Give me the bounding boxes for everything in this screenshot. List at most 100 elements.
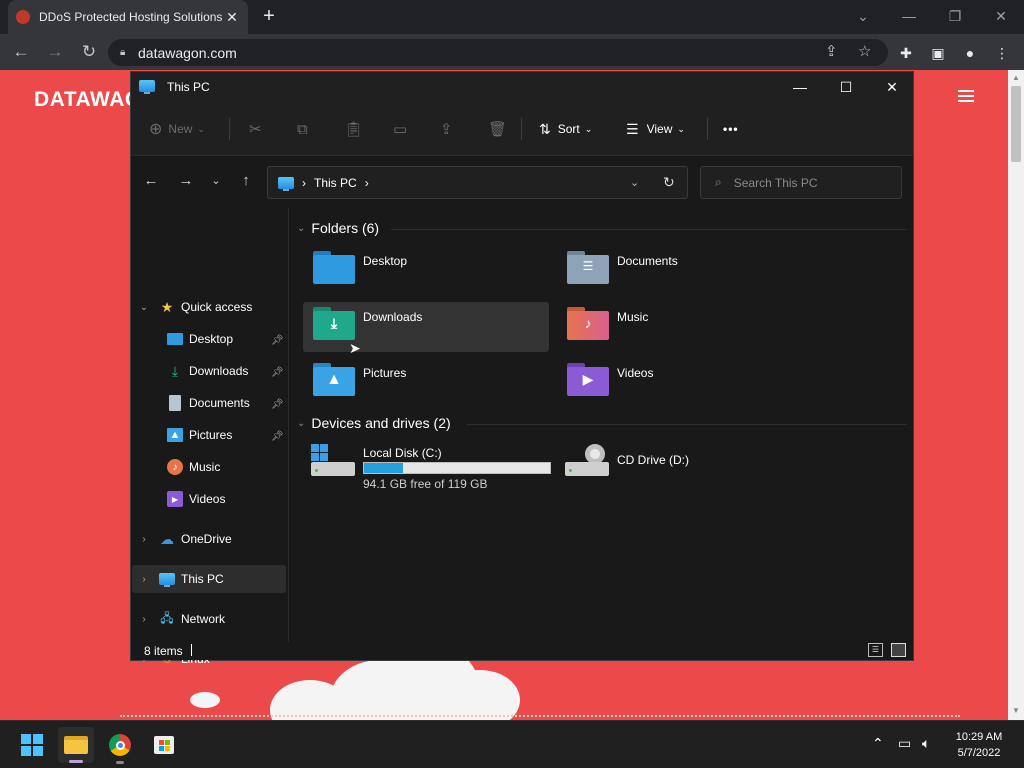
tab-close-icon[interactable]: ✕ <box>224 9 240 26</box>
pin-icon[interactable]: 📌︎ <box>271 399 284 410</box>
videos-folder-icon: ▶ <box>567 363 609 396</box>
folder-desktop[interactable]: Desktop <box>303 246 549 296</box>
forward-arrow-icon[interactable]: → <box>40 37 70 67</box>
folder-pictures[interactable]: ▲ Pictures <box>303 358 549 408</box>
store-taskbar-button[interactable] <box>146 727 182 763</box>
this-pc-icon <box>139 80 155 94</box>
see-more-button[interactable]: ••• <box>723 116 739 142</box>
details-view-icon[interactable]: ☰ <box>868 643 883 657</box>
tab-title: DDoS Protected Hosting Solutions <box>39 10 223 24</box>
nav-quick-access[interactable]: ⌄ ★ Quick access <box>137 293 253 321</box>
drive-d[interactable]: CD Drive (D:) <box>557 440 803 496</box>
drives-section-header[interactable]: ⌄ Devices and drives (2) <box>297 415 451 431</box>
large-icons-view-icon[interactable] <box>891 643 906 657</box>
hamburger-menu-icon[interactable] <box>958 90 974 102</box>
browser-close-button[interactable]: ✕ <box>991 6 1011 26</box>
music-note-icon: ♪ <box>167 459 183 475</box>
volume-icon[interactable]: 🔈︎ <box>922 735 930 752</box>
profile-avatar-icon[interactable]: ● <box>958 41 982 65</box>
sort-button[interactable]: ⇅ Sort ⌄ <box>539 116 592 142</box>
tab-search-chevron-icon[interactable]: ⌄ <box>853 6 873 26</box>
scroll-down-icon[interactable]: ▼ <box>1012 706 1020 715</box>
nav-item-music[interactable]: ♪ Music <box>167 453 220 481</box>
maximize-button[interactable]: ☐ <box>823 72 869 102</box>
expand-chevron-icon[interactable]: › <box>137 574 151 585</box>
minimize-button[interactable]: — <box>777 72 823 102</box>
side-panel-icon[interactable]: ▣ <box>926 41 950 65</box>
folder-name: Videos <box>617 366 654 380</box>
folder-music[interactable]: ♪ Music <box>557 302 803 352</box>
expand-chevron-icon[interactable]: › <box>137 534 151 545</box>
folder-downloads[interactable]: ⤓ Downloads ➤ <box>303 302 549 356</box>
nav-network[interactable]: › 🖧︎ Network <box>137 605 225 633</box>
view-label: View <box>646 122 673 136</box>
refresh-icon[interactable]: ↻ <box>663 174 675 191</box>
start-button[interactable] <box>14 727 50 763</box>
up-arrow-icon[interactable]: ↑ <box>236 170 256 192</box>
page-scrollbar[interactable]: ▲ ▼ <box>1008 70 1024 720</box>
running-indicator <box>116 761 124 764</box>
file-explorer-taskbar-button[interactable] <box>58 727 94 763</box>
documents-folder-icon: ☰ <box>567 251 609 284</box>
collapse-chevron-icon[interactable]: ⌄ <box>297 223 305 234</box>
view-button[interactable]: ☰ View ⌄ <box>626 116 685 142</box>
pin-icon[interactable]: 📌︎ <box>271 367 284 378</box>
paste-icon[interactable]: 📋︎ <box>344 116 363 142</box>
nav-item-documents[interactable]: Documents <box>167 389 250 417</box>
network-icon: 🖧︎ <box>160 610 174 625</box>
delete-icon[interactable]: 🗑︎ <box>488 116 507 142</box>
show-hidden-icons-chevron-icon[interactable]: ⌃ <box>872 735 884 752</box>
scrollbar-thumb[interactable] <box>1011 86 1021 162</box>
bookmark-star-icon[interactable]: ☆ <box>858 42 871 60</box>
nav-this-pc[interactable]: › This PC <box>132 565 286 593</box>
explorer-title-bar[interactable]: This PC — ☐ ✕ <box>131 72 913 102</box>
recent-locations-chevron-icon[interactable]: ⌄ <box>206 170 226 192</box>
forward-arrow-icon[interactable]: → <box>176 170 196 192</box>
browser-menu-icon[interactable]: ⋮ <box>990 41 1014 65</box>
search-placeholder: Search This PC <box>733 175 818 190</box>
breadcrumb-this-pc[interactable]: This PC <box>314 176 357 190</box>
chrome-taskbar-button[interactable] <box>102 727 138 764</box>
copy-icon[interactable]: ⧉ <box>297 116 308 142</box>
nav-item-videos[interactable]: ▶ Videos <box>167 485 225 513</box>
rename-icon[interactable]: ▭ <box>393 116 407 142</box>
network-display-icon[interactable]: ▭ <box>898 735 911 752</box>
breadcrumb-separator[interactable]: › <box>365 176 369 190</box>
extensions-puzzle-icon[interactable]: ✚ <box>894 41 918 65</box>
nav-item-desktop[interactable]: Desktop <box>167 325 287 353</box>
nav-item-pictures[interactable]: ▲ Pictures <box>167 421 232 449</box>
folders-section-header[interactable]: ⌄ Folders (6) <box>297 220 379 236</box>
address-dropdown-chevron-icon[interactable]: ⌄ <box>630 176 639 189</box>
share-icon[interactable]: ⇪ <box>440 116 453 142</box>
browser-tab[interactable]: DDoS Protected Hosting Solutions ✕ <box>8 0 248 34</box>
nav-onedrive[interactable]: › ☁ OneDrive <box>137 525 231 553</box>
search-box[interactable]: ⌕ Search This PC <box>700 166 902 199</box>
scroll-up-icon[interactable]: ▲ <box>1012 73 1020 82</box>
browser-minimize-button[interactable]: — <box>899 6 919 26</box>
share-icon[interactable]: ⇪ <box>825 42 838 60</box>
back-arrow-icon[interactable]: ← <box>6 37 36 67</box>
close-button[interactable]: ✕ <box>869 72 915 102</box>
back-arrow-icon[interactable]: ← <box>141 170 161 192</box>
cd-drive-icon <box>565 444 609 480</box>
window-title: This PC <box>167 80 210 94</box>
address-bar[interactable]: 🔒︎ datawagon.com ⇪ ☆ <box>108 39 888 66</box>
nav-item-downloads[interactable]: ⤓ Downloads <box>167 357 248 385</box>
drive-c[interactable]: Local Disk (C:) 94.1 GB free of 119 GB <box>303 440 551 496</box>
clock[interactable]: 10:29 AM 5/7/2022 <box>944 729 1014 761</box>
collapse-chevron-icon[interactable]: ⌄ <box>297 418 305 429</box>
reload-icon[interactable]: ↻ <box>74 37 104 67</box>
new-button[interactable]: ⊕ New ⌄ <box>149 116 205 142</box>
new-tab-button[interactable]: + <box>258 6 280 28</box>
windows-logo-icon <box>21 734 43 756</box>
address-bar[interactable]: › This PC › ⌄ ↻ <box>267 166 688 199</box>
pin-icon[interactable]: 📌︎ <box>271 431 284 442</box>
expand-chevron-icon[interactable]: ⌄ <box>137 302 151 313</box>
pin-icon[interactable]: 📌︎ <box>271 335 284 346</box>
expand-chevron-icon[interactable]: › <box>137 614 151 625</box>
browser-restore-button[interactable]: ❐ <box>945 6 965 26</box>
folder-videos[interactable]: ▶ Videos <box>557 358 803 408</box>
cut-icon[interactable]: ✂ <box>249 116 262 142</box>
clock-date: 5/7/2022 <box>957 747 1001 759</box>
folder-documents[interactable]: ☰ Documents <box>557 246 803 296</box>
